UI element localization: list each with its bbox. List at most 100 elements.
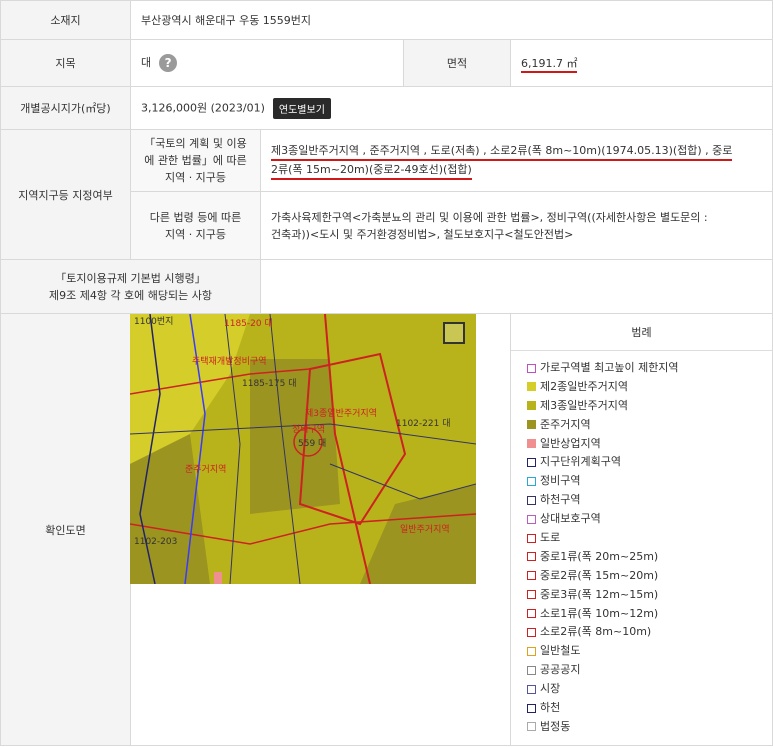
legend-item-label: 상대보호구역 xyxy=(540,512,601,526)
row-zoning-national: 지역지구등 지정여부 「국토의 계획 및 이용 에 관한 법률」에 따른 지역 … xyxy=(0,129,773,260)
legend-item: 일반철도 xyxy=(527,642,772,661)
legend-item: 지구단위계획구역 xyxy=(527,453,772,472)
legend-swatch-icon xyxy=(527,382,536,392)
map-label-3: 주택재개발정비구역 xyxy=(192,356,267,367)
legend-item: 공공공지 xyxy=(527,661,772,680)
legend-item: 소로2류(폭 8m~10m) xyxy=(527,623,772,642)
map-cell: 1100번지 1185-20 대 주택재개발정비구역 1185-175 대 제3… xyxy=(130,313,511,746)
legend-item-label: 정비구역 xyxy=(540,474,581,488)
legend-item-label: 제2종일반주거지역 xyxy=(540,379,628,393)
legend-item: 정비구역 xyxy=(527,472,772,491)
legend-panel: 범례 가로구역별 최고높이 제한지역제2종일반주거지역제3종일반주거지역준주거지… xyxy=(509,313,773,746)
map-label-11: 일반주거지역 xyxy=(400,524,450,535)
official-price-value: 3,126,000원 (2023/01) xyxy=(141,101,265,114)
question-icon[interactable]: ? xyxy=(159,54,178,72)
legend-item: 중로1류(폭 20m~25m) xyxy=(527,548,772,567)
area-value: 6,191.7 ㎡ xyxy=(521,57,578,73)
legend-swatch-icon xyxy=(527,590,536,600)
map-label-5: 제3종일반주거지역 xyxy=(305,408,377,419)
legend-swatch-icon xyxy=(527,722,536,732)
legend-list: 가로구역별 최고높이 제한지역제2종일반주거지역제3종일반주거지역준주거지역일반… xyxy=(511,351,772,737)
legend-swatch-icon xyxy=(527,457,536,467)
map-label-9: 준주거지역 xyxy=(185,464,226,475)
legend-swatch-icon xyxy=(527,703,536,713)
land-category-label: 지목 xyxy=(0,39,131,87)
legend-swatch-icon xyxy=(527,495,536,505)
legend-item: 하천 xyxy=(527,699,772,718)
national-law-value: 제3종일반주거지역 , 준주거지역 , 도로(저촉) , 소로2류(폭 8m~1… xyxy=(259,129,773,192)
enforcement-value xyxy=(259,259,773,314)
map-label: 확인도면 xyxy=(0,313,131,746)
legend-item-label: 지구단위계획구역 xyxy=(540,455,621,469)
legend-item: 소로1류(폭 10m~12m) xyxy=(527,605,772,624)
legend-item: 준주거지역 xyxy=(527,416,772,435)
row-land-category: 지목 대? 면적 6,191.7 ㎡ xyxy=(0,39,773,87)
yearly-view-button[interactable]: 연도별보기 xyxy=(272,97,331,119)
land-use-confirmation: 소재지 부산광역시 해운대구 우동 1559번지 지목 대? 면적 6,191.… xyxy=(0,0,773,747)
legend-item-label: 소로1류(폭 10m~12m) xyxy=(540,606,659,620)
legend-item-label: 중로2류(폭 15m~20m) xyxy=(540,568,659,582)
row-map: 확인도면 1100번지 1185-20 대 주택재개발정비구역 1185-175… xyxy=(0,313,773,746)
legend-swatch-icon xyxy=(527,476,536,486)
legend-swatch-icon xyxy=(527,533,536,543)
zoning-label: 지역지구등 지정여부 xyxy=(0,129,131,260)
other-law-label: 다른 법령 등에 따른 지역 · 지구등 xyxy=(130,191,261,260)
legend-swatch-icon xyxy=(527,401,536,411)
legend-item-label: 일반철도 xyxy=(540,644,581,658)
legend-item: 일반상업지역 xyxy=(527,435,772,454)
legend-item: 제2종일반주거지역 xyxy=(527,378,772,397)
legend-item: 법정동 xyxy=(527,718,772,737)
national-law-label: 「국토의 계획 및 이용 에 관한 법률」에 따른 지역 · 지구등 xyxy=(130,129,261,192)
row-location: 소재지 부산광역시 해운대구 우동 1559번지 xyxy=(0,0,773,40)
legend-item: 시장 xyxy=(527,680,772,699)
legend-item-label: 일반상업지역 xyxy=(540,436,601,450)
legend-swatch-icon xyxy=(527,552,536,562)
legend-item: 가로구역별 최고높이 제한지역 xyxy=(527,359,772,378)
legend-swatch-icon xyxy=(527,627,536,637)
map-label-8: 1102-221 대 xyxy=(396,418,450,429)
legend-swatch-icon xyxy=(527,646,536,656)
legend-swatch-icon xyxy=(527,420,536,430)
parcel-map[interactable]: 1100번지 1185-20 대 주택재개발정비구역 1185-175 대 제3… xyxy=(130,314,476,584)
legend-item-label: 중로3류(폭 12m~15m) xyxy=(540,587,659,601)
map-label-6: 정비구역 xyxy=(292,424,325,435)
legend-item-label: 도로 xyxy=(540,531,561,545)
legend-item-label: 시장 xyxy=(540,682,561,696)
legend-item: 도로 xyxy=(527,529,772,548)
legend-item-label: 제3종일반주거지역 xyxy=(540,398,628,412)
area-label: 면적 xyxy=(403,39,511,87)
legend-item-label: 가로구역별 최고높이 제한지역 xyxy=(540,361,679,374)
location-label: 소재지 xyxy=(0,0,131,40)
legend-swatch-icon xyxy=(527,684,536,694)
row-official-price: 개별공시지가(㎡당) 3,126,000원 (2023/01) 연도별보기 xyxy=(0,86,773,130)
legend-item-label: 소로2류(폭 8m~10m) xyxy=(540,625,652,639)
legend-item: 중로3류(폭 12m~15m) xyxy=(527,586,772,605)
legend-item-label: 중로1류(폭 20m~25m) xyxy=(540,549,659,563)
enforcement-label: 「토지이용규제 기본법 시행령」 제9조 제4항 각 호에 해당되는 사항 xyxy=(0,259,261,314)
legend-item-label: 법정동 xyxy=(540,719,571,733)
official-price-label: 개별공시지가(㎡당) xyxy=(0,86,131,130)
legend-swatch-icon xyxy=(527,609,536,619)
row-enforcement: 「토지이용규제 기본법 시행령」 제9조 제4항 각 호에 해당되는 사항 xyxy=(0,259,773,314)
map-label-1: 1100번지 xyxy=(134,316,173,327)
legend-item-label: 하천 xyxy=(540,701,561,715)
legend-item: 상대보호구역 xyxy=(527,510,772,529)
legend-item: 제3종일반주거지역 xyxy=(527,397,772,416)
land-info-table: 소재지 부산광역시 해운대구 우동 1559번지 지목 대? 면적 6,191.… xyxy=(0,0,773,746)
legend-swatch-icon xyxy=(527,514,536,524)
legend-item-label: 하천구역 xyxy=(540,493,581,507)
expand-map-icon[interactable] xyxy=(443,322,465,344)
other-law-value: 가축사육제한구역<가축분뇨의 관리 및 이용에 관한 법률>, 정비구역((자세… xyxy=(259,191,773,260)
legend-swatch-icon xyxy=(527,439,536,449)
legend-item: 하천구역 xyxy=(527,491,772,510)
legend-swatch-icon xyxy=(527,571,536,581)
legend-swatch-icon xyxy=(527,665,536,675)
map-label-10: 1102-203 xyxy=(134,537,177,547)
legend-item-label: 공공공지 xyxy=(540,663,581,677)
map-label-2: 1185-20 대 xyxy=(224,318,273,329)
legend-item: 중로2류(폭 15m~20m) xyxy=(527,567,772,586)
map-label-7: 559 대 xyxy=(298,438,326,449)
land-category-value: 대 xyxy=(141,56,152,69)
legend-item-label: 준주거지역 xyxy=(540,417,591,431)
legend-title: 범례 xyxy=(511,314,773,351)
